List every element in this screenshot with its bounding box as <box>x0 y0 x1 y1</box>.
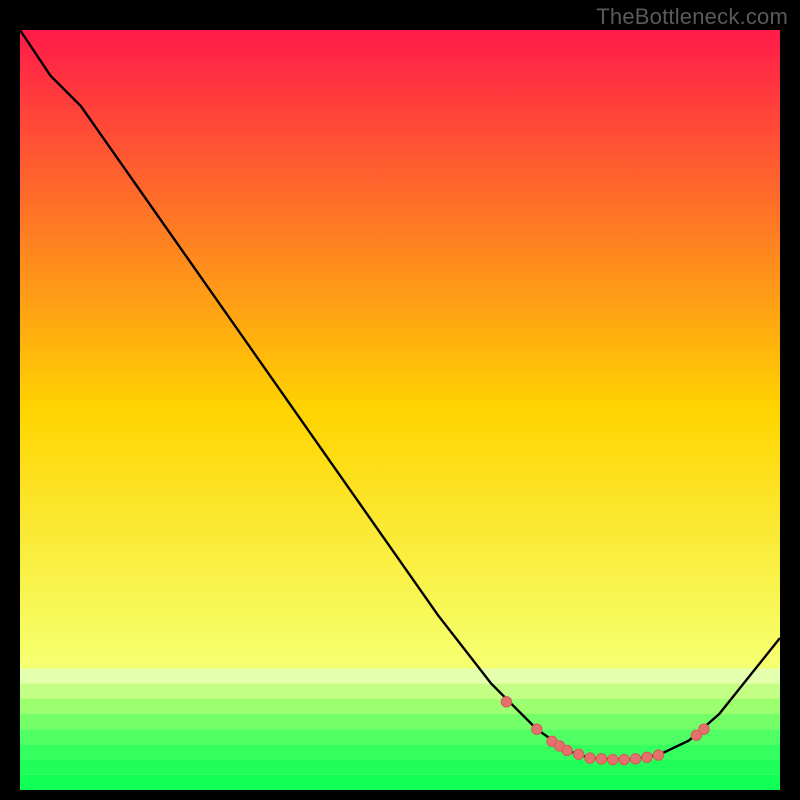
green-bands <box>20 668 780 790</box>
plot-area <box>20 30 780 790</box>
green-band <box>20 775 780 790</box>
green-band <box>20 760 780 775</box>
green-band <box>20 699 780 714</box>
watermark-label: TheBottleneck.com <box>596 4 788 30</box>
green-band <box>20 684 780 699</box>
data-marker <box>573 749 583 759</box>
green-band <box>20 714 780 729</box>
data-marker <box>619 754 629 764</box>
chart-svg <box>20 30 780 790</box>
data-marker <box>608 754 618 764</box>
data-marker <box>653 750 663 760</box>
data-marker <box>642 752 652 762</box>
data-marker <box>699 724 709 734</box>
data-marker <box>562 745 572 755</box>
green-band <box>20 729 780 744</box>
data-marker <box>596 754 606 764</box>
data-marker <box>501 697 511 707</box>
data-marker <box>585 753 595 763</box>
data-marker <box>532 724 542 734</box>
data-marker <box>630 754 640 764</box>
chart-frame: TheBottleneck.com <box>0 0 800 800</box>
green-band <box>20 668 780 683</box>
